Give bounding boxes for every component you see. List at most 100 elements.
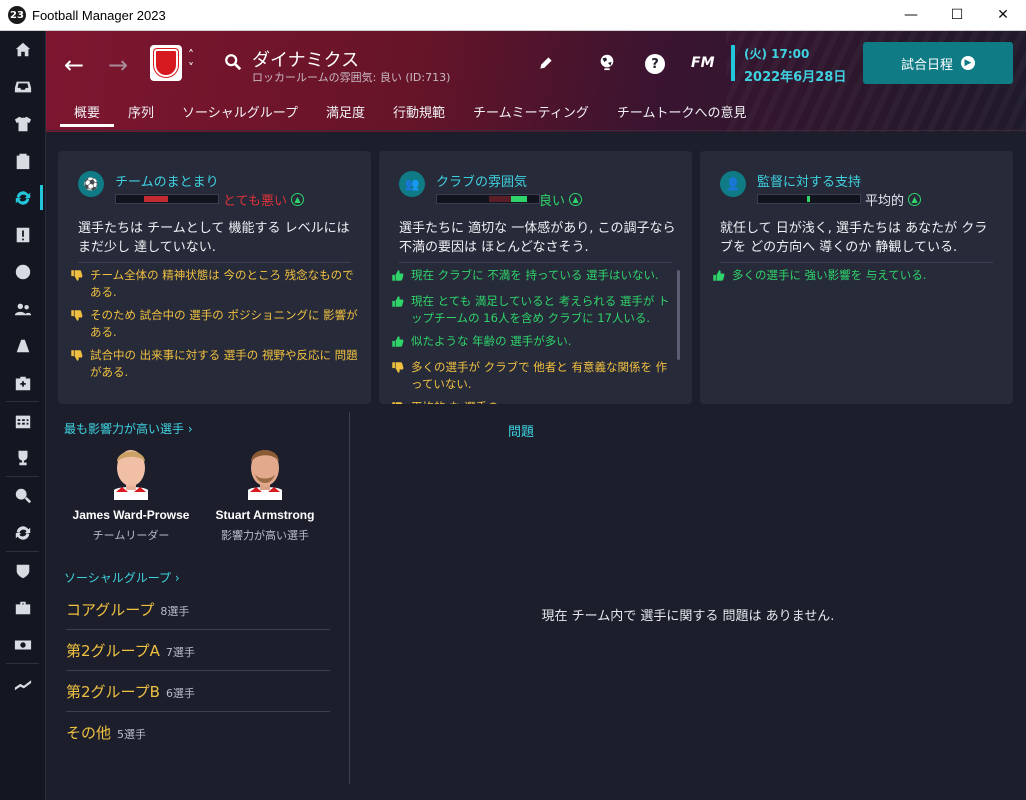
game-date-text: 2022年6月28日 (744, 70, 847, 85)
dynamics-icon[interactable] (0, 179, 46, 216)
medical-icon[interactable] (0, 364, 46, 401)
club-crest-icon[interactable] (150, 45, 182, 81)
trophy-icon[interactable] (0, 439, 46, 476)
training-cone-icon[interactable] (0, 327, 46, 364)
back-arrow-icon[interactable]: ← (64, 51, 84, 79)
trend-icon[interactable] (0, 664, 46, 701)
trend-up-icon: ▲ (908, 193, 922, 206)
rating-bar (115, 194, 219, 204)
tab-item[interactable]: 行動規範 (379, 96, 459, 130)
ball-icon[interactable] (0, 253, 46, 290)
player-role: 影響力が高い選手 (221, 529, 309, 542)
factor-item: そのため 試合中の 選手の ポジショニングに 影響がある. (70, 307, 360, 341)
group-name: コアグループ (66, 600, 155, 619)
social-group-row[interactable]: 第2グループA 7選手 (66, 630, 330, 671)
group-name: 第2グループB (66, 682, 160, 701)
maximize-button[interactable]: ☐ (934, 0, 980, 31)
tab-item[interactable]: ソーシャルグループ (168, 96, 312, 130)
group-name: その他 (66, 724, 112, 742)
card-description: 選手たちに 適切な 一体感があり, この調子なら 不満の要因は ほとんどなさそう… (399, 221, 676, 255)
inbox-icon[interactable] (0, 68, 46, 105)
close-button[interactable]: ✕ (980, 0, 1026, 31)
player-card[interactable]: Stuart Armstrong 影響力が高い選手 (190, 440, 340, 543)
trend-up-icon: ▲ (569, 193, 583, 206)
card-title[interactable]: クラブの雰囲気 (436, 171, 527, 190)
thumbs-down-icon (70, 267, 90, 301)
continue-label: 試合日程 (900, 57, 953, 73)
social-group-row[interactable]: 第2グループB 6選手 (66, 671, 330, 712)
game-time: (火) 17:00 (744, 47, 810, 61)
scrollbar[interactable] (677, 270, 680, 360)
tab-item[interactable]: 序列 (114, 96, 168, 130)
factor-text: 試合中の 出来事に対する 選手の 視野や反応に 問題がある. (90, 348, 358, 379)
page-subtitle: ロッカールームの雰囲気: 良い (ID:713) (252, 71, 451, 84)
clipboard-icon[interactable] (0, 142, 46, 179)
home-icon[interactable] (0, 31, 46, 68)
player-name: James Ward-Prowse (72, 508, 190, 522)
factor-text: 平均的 な 選手の (411, 399, 499, 404)
club-shield-icon[interactable] (0, 552, 46, 589)
sidebar-nav (0, 31, 46, 800)
factor-item: 現在 クラブに 不満を 持っている 選手はいない. (391, 267, 671, 287)
thumbs-down-icon (391, 399, 411, 404)
card-title[interactable]: チームのまとまり (115, 171, 219, 190)
group-count: 5選手 (117, 728, 147, 741)
finances-icon[interactable] (0, 626, 46, 663)
thumbs-down-icon (70, 347, 90, 381)
club-switch-chevron-icon[interactable]: ˄ ˅ (188, 49, 194, 75)
group-count: 6選手 (165, 686, 195, 700)
globe-icon[interactable] (598, 53, 616, 71)
ball-icon: ⚽ (78, 171, 104, 197)
card-team-cohesion: ⚽ チームのまとまり とても悪い ▲ 選手たちは チームとして 機能する レベル… (58, 151, 371, 404)
scouting-search-icon[interactable] (0, 477, 46, 514)
factor-item: 試合中の 出来事に対する 選手の 視野や反応に 問題がある. (70, 347, 360, 381)
factor-item: 似たような 年齢の 選手が多い. (391, 333, 671, 353)
social-group-row[interactable]: コアグループ 8選手 (66, 589, 330, 630)
rating-bar (757, 194, 861, 204)
thumbs-up-icon (391, 267, 411, 287)
card-title[interactable]: 監督に対する支持 (757, 171, 861, 190)
continue-button[interactable]: 試合日程 ▶ (863, 42, 1013, 84)
factor-list: チーム全体の 精神状態は 今のところ 残念なものである. そのため 試合中の 選手… (70, 267, 360, 387)
factor-text: 現在 クラブに 不満を 持っている 選手はいない. (411, 268, 659, 282)
factor-text: 現在 とても 満足していると 考えられる 選手が トップチームの 16人を含め … (411, 294, 670, 325)
search-icon[interactable] (224, 53, 242, 71)
player-name: Stuart Armstrong (215, 508, 315, 522)
edit-pencil-icon[interactable] (538, 55, 554, 71)
group-count: 8選手 (160, 604, 190, 618)
factor-item: 多くの選手が クラブで 他者と 有意義な関係を 作っていない. (391, 359, 671, 393)
calendar-icon[interactable] (0, 402, 46, 439)
tab-item[interactable]: チームミーティング (459, 96, 603, 130)
factor-text: 多くの選手に 強い影響を 与えている. (732, 268, 927, 282)
thumbs-up-icon (712, 267, 732, 287)
alert-icon[interactable] (0, 216, 46, 253)
window-titlebar: 23 Football Manager 2023 — ☐ ✕ (0, 0, 1026, 31)
transfers-icon[interactable] (0, 514, 46, 551)
squad-shirt-icon[interactable] (0, 105, 46, 142)
staff-icon[interactable] (0, 290, 46, 327)
briefcase-icon[interactable] (0, 589, 46, 626)
factor-text: そのため 試合中の 選手の ポジショニングに 影響がある. (90, 308, 358, 339)
social-group-row[interactable]: その他 5選手 (66, 712, 330, 753)
factor-text: 似たような 年齢の 選手が多い. (411, 334, 572, 348)
minimize-button[interactable]: — (888, 0, 934, 31)
rating-text: とても悪い (223, 194, 287, 209)
people-icon: 👥 (399, 171, 425, 197)
trend-up-icon: ▲ (290, 193, 304, 206)
factor-item: 平均的 な 選手の (391, 399, 671, 404)
tab-item[interactable]: 概要 (60, 96, 115, 130)
card-description: 選手たちは チームとして 機能する レベルには まだ少し 達していない. (78, 221, 350, 255)
card-description: 就任して 日が浅く, 選手たちは あなたが クラブを どの方向へ 導くのか 静観… (720, 221, 988, 255)
influential-players-link[interactable]: 最も影響力が高い選手 › (64, 420, 193, 437)
card-club-atmosphere: 👥 クラブの雰囲気 良い ▲ 選手たちに 適切な 一体感があり, この調子なら … (379, 151, 692, 404)
help-icon[interactable]: ? (645, 54, 665, 74)
tab-item[interactable]: チームトークへの意見 (603, 96, 761, 130)
rating-label: とても悪い ▲ (223, 190, 304, 209)
social-groups-link[interactable]: ソーシャルグループ › (64, 569, 180, 586)
player-card[interactable]: James Ward-Prowse チームリーダー (56, 440, 206, 543)
fm-menu-button[interactable]: FM (691, 55, 715, 71)
rating-text: 良い (539, 194, 566, 209)
tab-item[interactable]: 満足度 (312, 96, 379, 130)
card-manager-support: 👤 監督に対する支持 平均的 ▲ 就任して 日が浅く, 選手たちは あなたが ク… (700, 151, 1013, 404)
forward-arrow-icon[interactable]: → (108, 51, 128, 79)
